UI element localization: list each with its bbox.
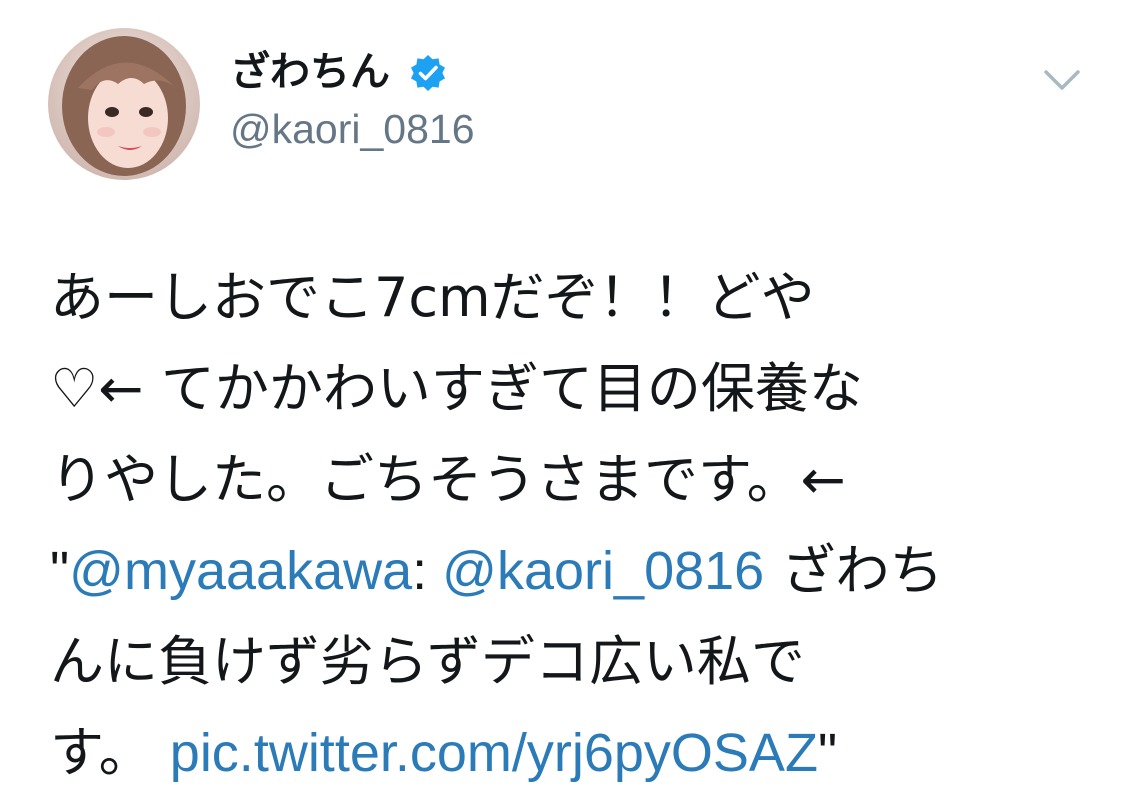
tweet-text-segment: ざわち bbox=[764, 539, 944, 602]
mention-link[interactable]: @myaaakawa bbox=[69, 541, 412, 601]
space-text bbox=[427, 541, 442, 601]
quote-open: " bbox=[50, 541, 70, 601]
tweet-line-3: りやした。ごちそうさまです。← bbox=[50, 448, 846, 511]
display-name[interactable]: ざわちん bbox=[230, 48, 390, 96]
chevron-down-icon[interactable] bbox=[1040, 64, 1084, 96]
tweet-line-4: "@myaaakawa: @kaori_0816 ざわち bbox=[50, 525, 1090, 616]
verified-badge-icon bbox=[408, 53, 448, 93]
user-handle[interactable]: @kaori_0816 bbox=[230, 104, 475, 154]
avatar[interactable] bbox=[48, 28, 200, 180]
tweet-text-segment: す。 bbox=[50, 721, 153, 784]
tweet-line-6: す。 pic.twitter.com/yrj6pyOSAZ" bbox=[50, 707, 1090, 798]
colon-text: : bbox=[412, 541, 428, 601]
tweet-card: ざわちん @kaori_0816 あーしおでこ7cmだぞ！！どや ♡← てかかわ… bbox=[0, 0, 1125, 805]
profile-photo-icon bbox=[48, 28, 200, 180]
tweet-line-5: んに負けず劣らずデコ広い私で bbox=[50, 630, 805, 693]
tweet-line-1: あーしおでこ7cmだぞ！！どや bbox=[50, 266, 815, 329]
tweet-body: あーしおでこ7cmだぞ！！どや ♡← てかかわいすぎて目の保養な りやした。ごち… bbox=[50, 252, 1090, 798]
tweet-line-2: ♡← てかかわいすぎて目の保養な bbox=[50, 357, 863, 420]
mention-link[interactable]: @kaori_0816 bbox=[442, 541, 764, 601]
quote-close: " bbox=[817, 723, 838, 783]
media-link[interactable]: pic.twitter.com/yrj6pyOSAZ bbox=[170, 723, 818, 783]
